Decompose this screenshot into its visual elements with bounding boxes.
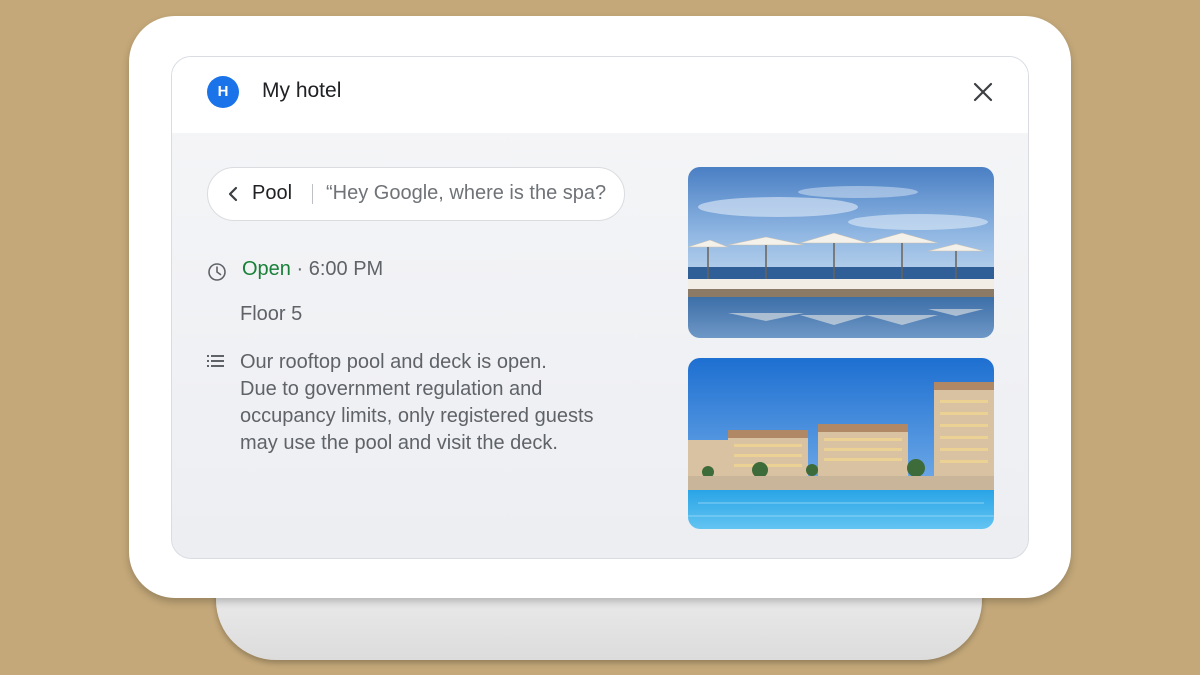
- floor-info: Floor 5: [240, 303, 303, 325]
- page-title: My hotel: [262, 79, 342, 102]
- chip-label: Pool: [252, 182, 293, 204]
- chip-divider: [312, 184, 313, 204]
- voice-query-text: “Hey Google, where is the spa?: [326, 182, 607, 204]
- smart-display-frame: H My hotel Pool “Hey Google, where is th…: [129, 16, 1071, 598]
- description-line: Our rooftop pool and deck is open.: [240, 351, 547, 373]
- close-button[interactable]: [968, 77, 998, 107]
- closing-time: · 6:00 PM: [290, 258, 384, 280]
- description-line: Due to government regulation and: [240, 378, 543, 400]
- description-line: occupancy limits, only registered guests: [240, 405, 594, 427]
- screen: H My hotel Pool “Hey Google, where is th…: [171, 56, 1029, 559]
- list-icon: [207, 355, 224, 367]
- description-line: may use the pool and visit the deck.: [240, 432, 558, 454]
- pool-deck-photo[interactable]: [688, 167, 994, 338]
- close-icon: [973, 82, 993, 102]
- chevron-left-icon[interactable]: [224, 185, 242, 203]
- open-status: Open: [242, 258, 291, 280]
- resort-pool-photo[interactable]: [688, 358, 994, 529]
- hours-status: Open · 6:00 PM: [242, 258, 383, 281]
- suggestion-chip[interactable]: Pool “Hey Google, where is the spa?: [207, 167, 625, 221]
- avatar: H: [207, 76, 239, 108]
- top-bar: H My hotel: [172, 57, 1028, 133]
- clock-icon: [208, 263, 226, 281]
- description: Our rooftop pool and deck is open. Due t…: [240, 349, 640, 457]
